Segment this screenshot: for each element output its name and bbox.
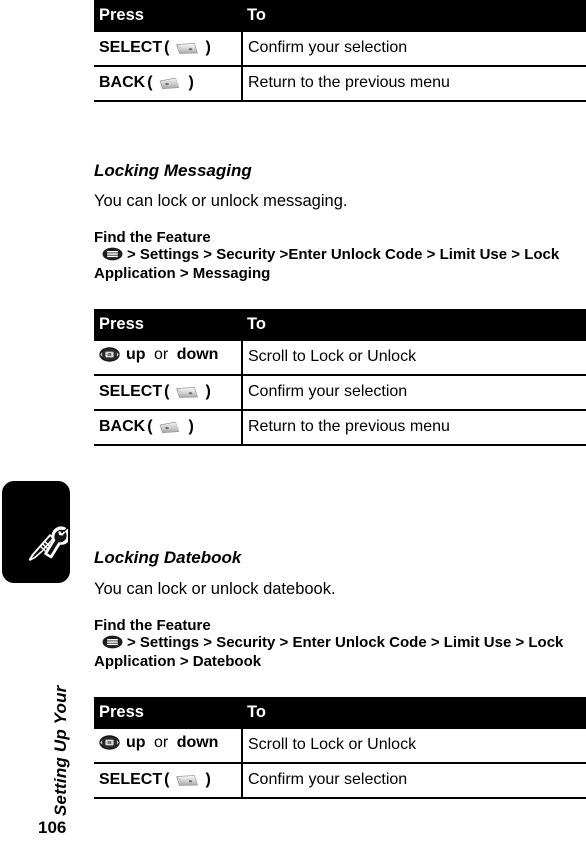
press-cell: up or down: [94, 341, 243, 376]
section-locking-datebook: Locking Datebook: [94, 548, 241, 568]
key-table-3: Press To up or down Scroll to Lock or Un…: [94, 697, 586, 799]
to-cell: Return to the previous menu: [242, 410, 586, 446]
find-the-feature-datebook: Find the Feature > Settings > Security >…: [94, 617, 563, 672]
find-the-feature-messaging: Find the Feature > Settings > Security >…: [94, 229, 559, 284]
column-header-press: Press: [94, 0, 242, 32]
navigation-key-icon: [99, 347, 120, 362]
section-title: Locking Messaging: [94, 161, 252, 180]
to-cell: Scroll to Lock or Unlock: [242, 729, 586, 764]
press-cell: up or down: [94, 729, 243, 764]
menu-path-line1: > Settings > Security > Enter Unlock Cod…: [127, 634, 564, 651]
to-cell: Confirm your selection: [242, 32, 586, 67]
paren-open: (: [147, 74, 153, 91]
back-softkey-icon: [158, 77, 184, 90]
table-row: BACK () Return to the previous menu: [94, 66, 586, 102]
press-conjunction: or: [154, 346, 169, 364]
key-table-2-wrapper: Press To up or down Scroll to Lock or Un…: [94, 309, 586, 446]
column-header-to: To: [242, 309, 586, 341]
paren-close: ): [188, 418, 194, 435]
paren-open: (: [164, 383, 170, 400]
to-cell: Scroll to Lock or Unlock: [242, 341, 586, 376]
column-header-press: Press: [94, 697, 242, 729]
table-header-row: Press To: [94, 697, 586, 729]
press-cell: BACK (): [94, 66, 243, 102]
menu-path-line1: > Settings > Security >Enter Unlock Code…: [127, 246, 560, 263]
section-locking-messaging: Locking Messaging: [94, 161, 252, 181]
menu-path-line2: Application > Messaging: [94, 264, 271, 282]
press-key-label-2: down: [176, 346, 219, 364]
table-row: up or down Scroll to Lock or Unlock: [94, 729, 586, 764]
back-softkey-icon: [158, 421, 184, 434]
table-row: SELECT ( ) Confirm your selection: [94, 763, 586, 799]
press-cell: SELECT (): [94, 32, 243, 67]
menu-key-icon: [102, 635, 123, 649]
table-row: SELECT () Confirm your selection: [94, 32, 586, 67]
press-cell: BACK ( ): [94, 410, 243, 446]
column-header-to: To: [242, 0, 586, 32]
press-key-label: SELECT: [99, 771, 163, 788]
paren-open: (: [164, 39, 170, 56]
navigation-key-icon: [99, 735, 120, 750]
column-header-to: To: [242, 697, 586, 729]
paren-close: ): [188, 74, 194, 91]
section-messaging-description-wrapper: You can lock or unlock messaging.: [94, 192, 347, 211]
content-column: Press To SELECT () Confirm your selecti…: [94, 0, 586, 850]
table-row: SELECT ( ) Confirm your selection: [94, 375, 586, 411]
to-cell: Confirm your selection: [242, 763, 586, 799]
manual-page: Setting Up Your 106 Press To SELECT () …: [0, 0, 586, 850]
select-softkey-icon: [174, 774, 200, 787]
press-key-label: BACK: [99, 418, 146, 435]
to-cell: Return to the previous menu: [242, 66, 586, 102]
section-title: Locking Datebook: [94, 548, 242, 567]
press-key-label: up: [126, 346, 146, 364]
paren-close: ): [205, 383, 211, 400]
chapter-title-vertical: Setting Up Your: [51, 685, 70, 817]
table-header-row: Press To: [94, 0, 586, 32]
menu-path: > Settings > Security >Enter Unlock Code…: [94, 246, 559, 284]
table-row: BACK ( ) Return to the previous menu: [94, 410, 586, 446]
press-key-label: SELECT: [99, 383, 163, 400]
screwdriver-wrench-icon: [28, 525, 71, 573]
press-key-label: BACK: [99, 74, 146, 91]
paren-open: (: [147, 418, 153, 435]
paren-open: (: [164, 771, 170, 788]
page-number: 106: [38, 818, 67, 837]
table-header-row: Press To: [94, 309, 586, 341]
press-key-label: up: [126, 734, 146, 752]
select-softkey-icon: [174, 386, 200, 399]
to-cell: Confirm your selection: [242, 375, 586, 411]
menu-key-icon: [102, 247, 123, 261]
menu-path: > Settings > Security > Enter Unlock Cod…: [94, 634, 563, 672]
find-the-feature-label: Find the Feature: [94, 229, 211, 246]
press-cell: SELECT ( ): [94, 375, 243, 411]
find-the-feature-label: Find the Feature: [94, 617, 211, 634]
sidebar: Setting Up Your 106: [0, 0, 90, 850]
press-cell: SELECT ( ): [94, 763, 243, 799]
key-table-1: Press To SELECT () Confirm your selecti…: [94, 0, 586, 102]
menu-path-line2: Application > Datebook: [94, 652, 262, 670]
press-key-label-2: down: [176, 734, 219, 752]
key-table-3-wrapper: Press To up or down Scroll to Lock or Un…: [94, 697, 586, 799]
section-datebook-description-wrapper: You can lock or unlock datebook.: [94, 580, 336, 599]
key-table-1-wrapper: Press To SELECT () Confirm your selecti…: [94, 0, 586, 102]
press-conjunction: or: [154, 734, 169, 752]
table-row: up or down Scroll to Lock or Unlock: [94, 341, 586, 376]
column-header-press: Press: [94, 309, 242, 341]
section-description: You can lock or unlock messaging.: [94, 192, 348, 210]
paren-close: ): [205, 39, 211, 56]
key-table-2: Press To up or down Scroll to Lock or Un…: [94, 309, 586, 446]
section-description: You can lock or unlock datebook.: [94, 580, 336, 598]
paren-close: ): [205, 771, 211, 788]
chapter-tab: [2, 481, 71, 583]
select-softkey-icon: [174, 42, 200, 55]
press-key-label: SELECT: [99, 39, 163, 56]
